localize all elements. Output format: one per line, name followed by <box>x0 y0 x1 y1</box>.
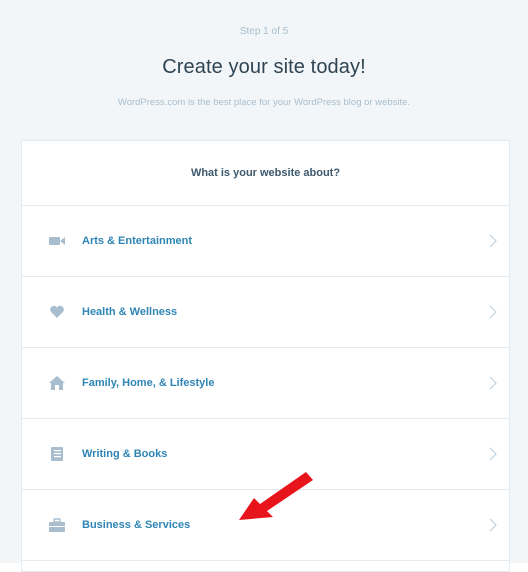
category-label: Arts & Entertainment <box>82 235 193 247</box>
heart-icon <box>50 305 64 318</box>
video-camera-icon <box>49 237 65 245</box>
step-indicator: Step 1 of 5 <box>239 26 289 37</box>
briefcase-icon <box>49 518 65 532</box>
pointer-arrow-icon <box>239 472 313 520</box>
chevron-right-icon <box>489 518 497 532</box>
card-question: What is your website about? <box>22 141 509 206</box>
chevron-right-icon <box>489 234 497 248</box>
chevron-right-icon <box>489 305 497 319</box>
book-icon <box>51 447 63 461</box>
category-label: Business & Services <box>82 519 191 531</box>
chevron-right-icon <box>489 447 497 461</box>
category-label: Writing & Books <box>82 448 168 460</box>
category-label: Health & Wellness <box>82 306 178 318</box>
home-icon <box>49 376 65 390</box>
page-title: Create your site today! <box>162 56 366 78</box>
page-subtitle: WordPress.com is the best place for your… <box>117 97 411 108</box>
chevron-right-icon <box>489 376 497 390</box>
category-item-family[interactable]: Family, Home, & Lifestyle <box>22 348 509 419</box>
category-item-arts[interactable]: Arts & Entertainment <box>22 206 509 277</box>
category-item-health[interactable]: Health & Wellness <box>22 277 509 348</box>
category-label: Family, Home, & Lifestyle <box>82 377 215 389</box>
